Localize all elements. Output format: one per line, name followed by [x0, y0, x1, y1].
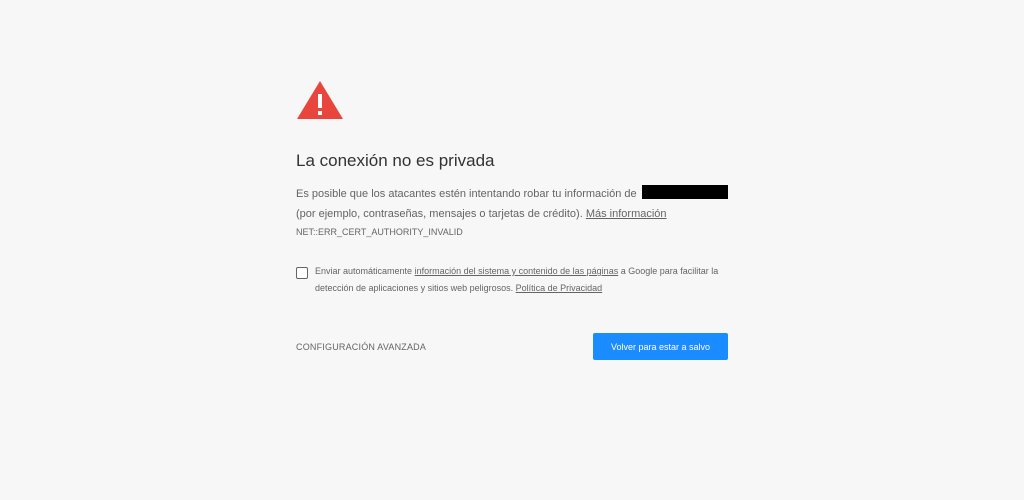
error-code: NET::ERR_CERT_AUTHORITY_INVALID — [296, 227, 463, 237]
explanation-text-after: (por ejemplo, contraseñas, mensajes o ta… — [296, 208, 583, 220]
back-to-safety-button[interactable]: Volver para estar a salvo — [593, 333, 728, 360]
interstitial-container: La conexión no es privada Es posible que… — [296, 80, 728, 360]
learn-more-link[interactable]: Más información — [586, 208, 667, 220]
optin-text-before: Enviar automáticamente — [315, 266, 413, 276]
safebrowsing-optin: Enviar automáticamente información del s… — [296, 266, 728, 297]
optin-checkbox[interactable] — [296, 267, 308, 279]
warning-triangle-icon — [297, 81, 343, 119]
explanation-text-before: Es posible que los atacantes estén inten… — [296, 188, 637, 200]
action-bar: CONFIGURACIÓN AVANZADA Volver para estar… — [296, 333, 728, 360]
redacted-hostname — [641, 185, 728, 199]
optin-text: Enviar automáticamente información del s… — [315, 263, 728, 297]
system-info-link[interactable]: información del sistema y contenido de l… — [415, 266, 619, 276]
advanced-settings-button[interactable]: CONFIGURACIÓN AVANZADA — [296, 342, 426, 352]
explanation-text: Es posible que los atacantes estén inten… — [296, 184, 728, 224]
privacy-policy-link[interactable]: Política de Privacidad — [516, 283, 603, 293]
page-title: La conexión no es privada — [296, 151, 495, 170]
